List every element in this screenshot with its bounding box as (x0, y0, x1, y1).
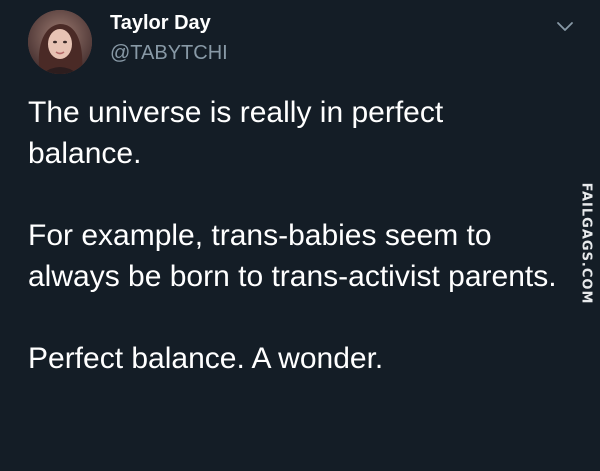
tweet-paragraph: Perfect balance. A wonder. (28, 342, 384, 375)
avatar[interactable] (28, 10, 92, 74)
watermark-text: FAILGAGS.COM (578, 182, 594, 304)
watermark: FAILGAGS.COM (578, 178, 594, 308)
tweet-text: The universe is really in perfect balanc… (28, 92, 558, 379)
author-handle[interactable]: @TABYTCHI (110, 42, 228, 65)
tweet-paragraph: The universe is really in perfect balanc… (28, 96, 444, 170)
chevron-down-icon[interactable] (554, 16, 576, 38)
tweet-card: Taylor Day @TABYTCHI The universe is rea… (0, 0, 600, 471)
avatar-image (28, 10, 92, 74)
author-display-name[interactable]: Taylor Day (110, 12, 211, 35)
tweet-paragraph: For example, trans-babies seem to always… (28, 219, 557, 293)
